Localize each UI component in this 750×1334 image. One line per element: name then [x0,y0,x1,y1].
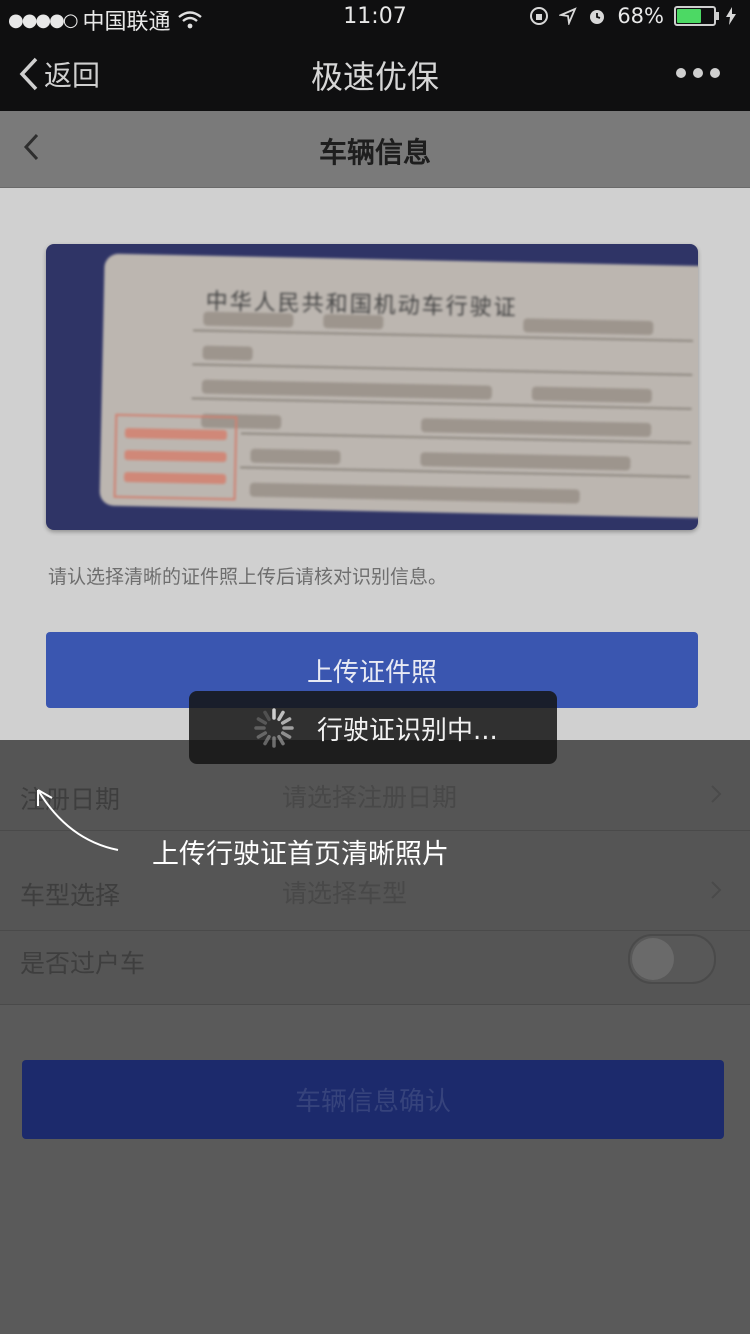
battery-percent: 68% [617,4,664,28]
page-title: 车辆信息 [318,136,431,169]
license-photo[interactable]: 中华人民共和国机动车行驶证 [46,244,698,530]
chevron-right-icon [711,785,722,803]
upload-section: 中华人民共和国机动车行驶证 请认选择清晰的证件照上传后请核对识别信息。 上传证件… [0,188,750,740]
transfer-label: 是否过户车 [20,949,146,978]
battery-icon [674,6,719,26]
page-header: 车辆信息 [0,111,750,188]
license-stamp [113,413,238,501]
status-bar: ●●●●○ 中国联通 11:07 68% [0,0,750,35]
nav-bar: 返回 极速优保 [0,34,750,111]
alarm-icon [590,10,605,24]
chevron-right-icon [711,881,722,899]
transfer-toggle[interactable] [628,934,716,984]
loading-spinner-icon [254,708,294,748]
loading-text: 行驶证识别中... [317,716,498,746]
car-model-label: 车型选择 [20,881,121,910]
upload-hint: 请认选择清晰的证件照上传后请核对识别信息。 [48,566,448,588]
loading-toast: 行驶证识别中... [189,691,557,764]
register-date-value: 请选择注册日期 [282,783,458,812]
license-document: 中华人民共和国机动车行驶证 [99,253,698,519]
nav-title: 极速优保 [310,58,439,96]
status-right: 68% [529,4,736,28]
confirm-vehicle-button[interactable]: 车辆信息确认 [22,1060,724,1139]
more-options-icon[interactable] [676,68,720,78]
location-icon [559,7,578,25]
charging-icon [726,7,736,25]
guide-arrow-icon [37,789,119,851]
car-model-value: 请选择车型 [282,879,408,908]
lock-rotation-icon [530,7,549,25]
toggle-knob [632,938,674,980]
battery-level [677,9,701,23]
form-row-transfer: 是否过户车 [0,930,750,1005]
guide-text: 上传行驶证首页清晰照片 [152,839,449,870]
